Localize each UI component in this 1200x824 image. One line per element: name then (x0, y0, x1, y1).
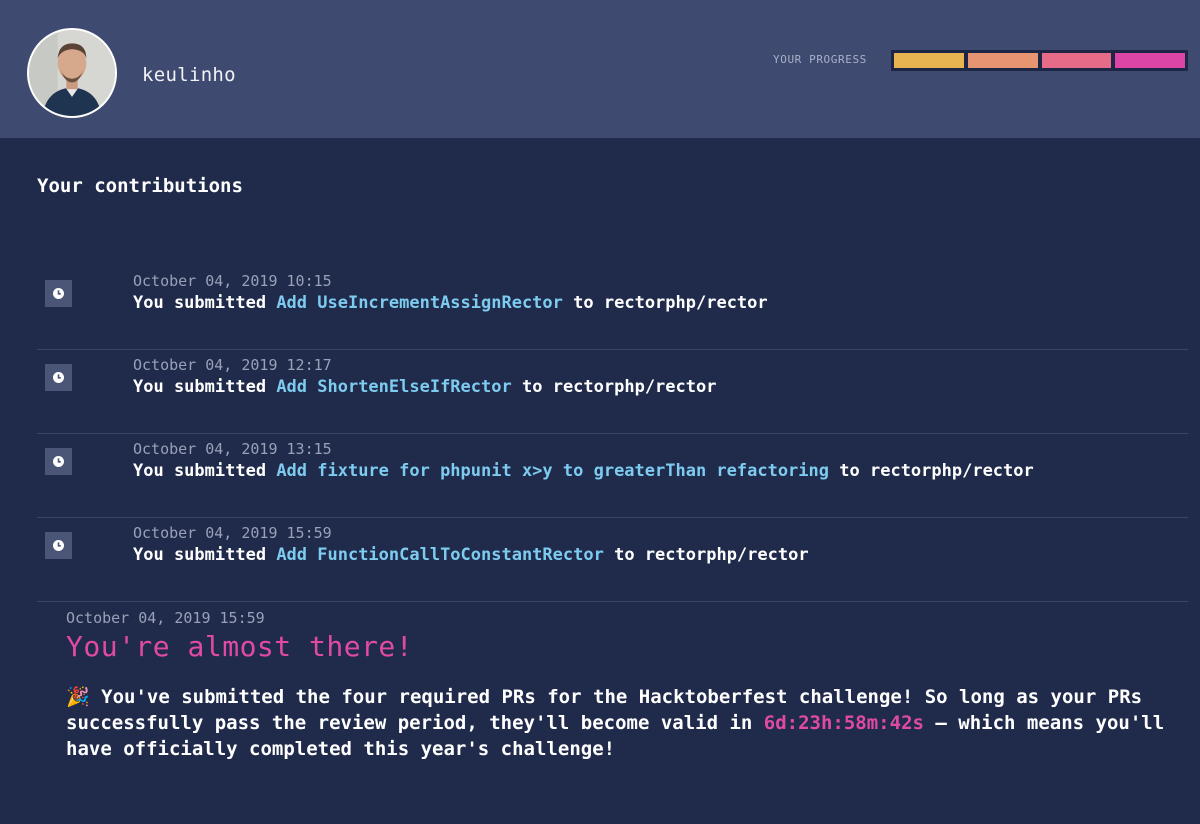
contribution-date: October 04, 2019 15:59 (133, 524, 332, 542)
contribution-text: You submitted Add ShortenElseIfRector to… (133, 377, 716, 397)
contribution-text: You submitted Add FunctionCallToConstant… (133, 545, 809, 565)
contribution-date: October 04, 2019 10:15 (133, 272, 332, 290)
countdown-timer: 6d:23h:58m:42s (763, 712, 924, 734)
repo-name: rectorphp/rector (644, 545, 809, 565)
contribution-connector: to (839, 461, 860, 481)
status-heading: You're almost there! (66, 630, 414, 663)
repo-name: rectorphp/rector (869, 461, 1034, 481)
clock-icon (45, 448, 72, 475)
contribution-prefix: You submitted (133, 545, 267, 565)
progress-segment (1115, 53, 1185, 68)
progress-segment (1041, 53, 1112, 68)
contribution-connector: to (614, 545, 635, 565)
clock-icon (45, 532, 72, 559)
progress-bar (891, 50, 1188, 71)
contribution-prefix: You submitted (133, 293, 267, 313)
contributions-title: Your contributions (37, 175, 243, 197)
progress-label: YOUR PROGRESS (773, 53, 867, 66)
pr-link[interactable]: Add fixture for phpunit x>y to greaterTh… (276, 461, 829, 481)
contribution-item: October 04, 2019 12:17 You submitted Add… (37, 350, 1188, 434)
contribution-item: October 04, 2019 10:15 You submitted Add… (37, 266, 1188, 350)
party-popper-icon: 🎉 (66, 686, 90, 708)
contribution-text: You submitted Add UseIncrementAssignRect… (133, 293, 768, 313)
contribution-prefix: You submitted (133, 461, 267, 481)
profile-header: keulinho YOUR PROGRESS (0, 0, 1200, 138)
progress-segment (967, 53, 1038, 68)
clock-icon (45, 364, 72, 391)
pr-link[interactable]: Add UseIncrementAssignRector (276, 293, 563, 313)
progress-segment (894, 53, 964, 68)
contribution-prefix: You submitted (133, 377, 267, 397)
contribution-item: October 04, 2019 13:15 You submitted Add… (37, 434, 1188, 518)
username: keulinho (142, 64, 236, 86)
contribution-text: You submitted Add fixture for phpunit x>… (133, 461, 1034, 481)
contribution-item: October 04, 2019 15:59 You submitted Add… (37, 518, 1188, 602)
clock-icon (45, 280, 72, 307)
contribution-date: October 04, 2019 13:15 (133, 440, 332, 458)
contribution-date: October 04, 2019 12:17 (133, 356, 332, 374)
pr-link[interactable]: Add ShortenElseIfRector (276, 377, 511, 397)
repo-name: rectorphp/rector (552, 377, 717, 397)
status-message: 🎉 You've submitted the four required PRs… (66, 684, 1186, 762)
avatar[interactable] (27, 28, 117, 118)
status-date: October 04, 2019 15:59 (66, 609, 265, 627)
pr-link[interactable]: Add FunctionCallToConstantRector (276, 545, 604, 565)
contribution-connector: to (521, 377, 543, 397)
avatar-photo-icon (29, 30, 115, 116)
contribution-connector: to (573, 293, 594, 313)
repo-name: rectorphp/rector (603, 293, 768, 313)
